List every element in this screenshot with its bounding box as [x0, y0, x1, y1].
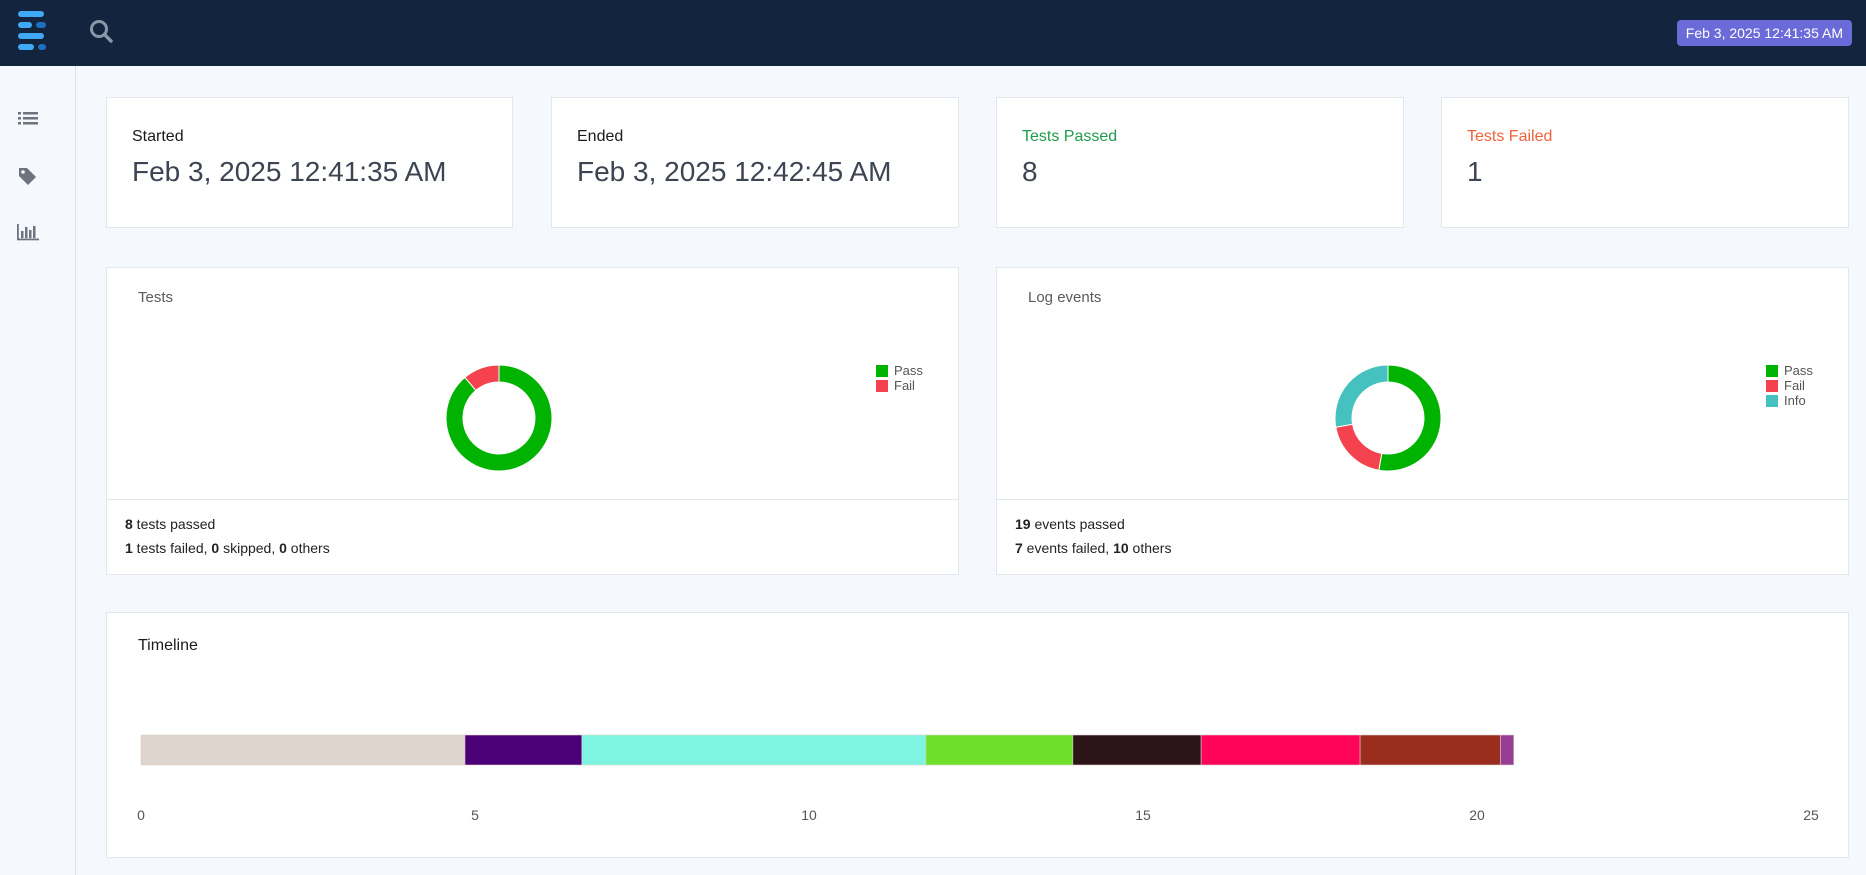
- search-icon[interactable]: [88, 18, 114, 44]
- log-events-chart-title: Log events: [1028, 289, 1102, 306]
- legend-label-info: Info: [1784, 393, 1806, 408]
- legend-label-pass: Pass: [1784, 363, 1813, 378]
- timeline-segment[interactable]: [464, 734, 583, 766]
- tests-summary: 8 tests passed 1 tests failed, 0 skipped…: [107, 499, 958, 574]
- legend-swatch-fail: [1766, 379, 1778, 392]
- timeline-segment[interactable]: [1072, 734, 1202, 766]
- tests-legend: Pass Fail: [876, 363, 923, 393]
- timeline-tick-label: 25: [1803, 807, 1819, 823]
- tests-failed-value: 1: [1467, 156, 1483, 187]
- tests-passed-label: Tests Passed: [1022, 128, 1118, 145]
- top-navbar: Feb 3, 2025 12:41:35 AM: [0, 0, 1866, 66]
- timeline-tick-label: 10: [801, 807, 817, 823]
- timeline-segment[interactable]: [1359, 734, 1501, 766]
- tests-passed-card: Tests Passed 8: [996, 97, 1404, 228]
- donut-slice-info[interactable]: [1334, 364, 1389, 428]
- tests-passed-value: 8: [1022, 156, 1038, 187]
- ended-card: Ended Feb 3, 2025 12:42:45 AM: [551, 97, 959, 228]
- date-badge: Feb 3, 2025 12:41:35 AM: [1676, 20, 1852, 46]
- tag-icon[interactable]: [16, 165, 40, 187]
- legend-swatch-fail: [876, 379, 888, 392]
- legend-label-fail: Fail: [894, 378, 915, 393]
- timeline-segment[interactable]: [1500, 734, 1515, 766]
- ended-label: Ended: [577, 128, 624, 145]
- legend-item-fail[interactable]: Fail: [876, 378, 923, 393]
- legend-swatch-pass: [876, 364, 888, 377]
- legend-swatch-info: [1766, 394, 1778, 407]
- tests-failed-card: Tests Failed 1: [1441, 97, 1849, 228]
- tests-failed-summary: 1 tests failed, 0 skipped, 0 others: [125, 540, 330, 556]
- tests-failed-label: Tests Failed: [1467, 128, 1553, 145]
- timeline-tick-label: 15: [1135, 807, 1151, 823]
- tests-chart-card: Tests Pass Fail 8 tests passed 1 tests f…: [106, 267, 959, 575]
- ended-value: Feb 3, 2025 12:42:45 AM: [577, 156, 892, 187]
- logo-icon[interactable]: [16, 10, 52, 52]
- tests-passed-summary: 8 tests passed: [125, 516, 216, 532]
- timeline-segment[interactable]: [1200, 734, 1361, 766]
- tests-donut-chart: [445, 364, 553, 472]
- legend-item-info[interactable]: Info: [1766, 393, 1813, 408]
- legend-swatch-pass: [1766, 364, 1778, 377]
- list-icon[interactable]: [16, 108, 40, 130]
- legend-item-pass[interactable]: Pass: [876, 363, 923, 378]
- timeline-tick-label: 5: [471, 807, 479, 823]
- timeline-segment[interactable]: [140, 734, 466, 766]
- timeline-chart: 0 5 10 15 20 25: [137, 734, 1819, 823]
- events-passed-summary: 19 events passed: [1015, 516, 1125, 532]
- legend-item-fail[interactable]: Fail: [1766, 378, 1813, 393]
- tests-chart-title: Tests: [138, 289, 174, 306]
- started-value: Feb 3, 2025 12:41:35 AM: [132, 156, 447, 187]
- timeline-segment[interactable]: [925, 734, 1074, 766]
- legend-label-pass: Pass: [894, 363, 923, 378]
- started-card: Started Feb 3, 2025 12:41:35 AM: [106, 97, 513, 228]
- legend-label-fail: Fail: [1784, 378, 1805, 393]
- timeline-tick-label: 0: [137, 807, 145, 823]
- donut-slice-fail[interactable]: [1335, 423, 1383, 471]
- legend-item-pass[interactable]: Pass: [1766, 363, 1813, 378]
- sidebar: [0, 66, 76, 875]
- timeline-card: Timeline 0 5 10 15 20 25: [106, 612, 1849, 858]
- log-events-summary: 19 events passed 7 events failed, 10 oth…: [997, 499, 1848, 574]
- bar-chart-icon[interactable]: [16, 221, 40, 243]
- timeline-tick-label: 20: [1469, 807, 1485, 823]
- started-label: Started: [132, 128, 184, 145]
- events-failed-summary: 7 events failed, 10 others: [1015, 540, 1172, 556]
- timeline-segment[interactable]: [581, 734, 927, 766]
- log-events-donut-chart: [1334, 364, 1442, 472]
- log-events-chart-card: Log events Pass Fail Info 19 events pass…: [996, 267, 1849, 575]
- log-legend: Pass Fail Info: [1766, 363, 1813, 408]
